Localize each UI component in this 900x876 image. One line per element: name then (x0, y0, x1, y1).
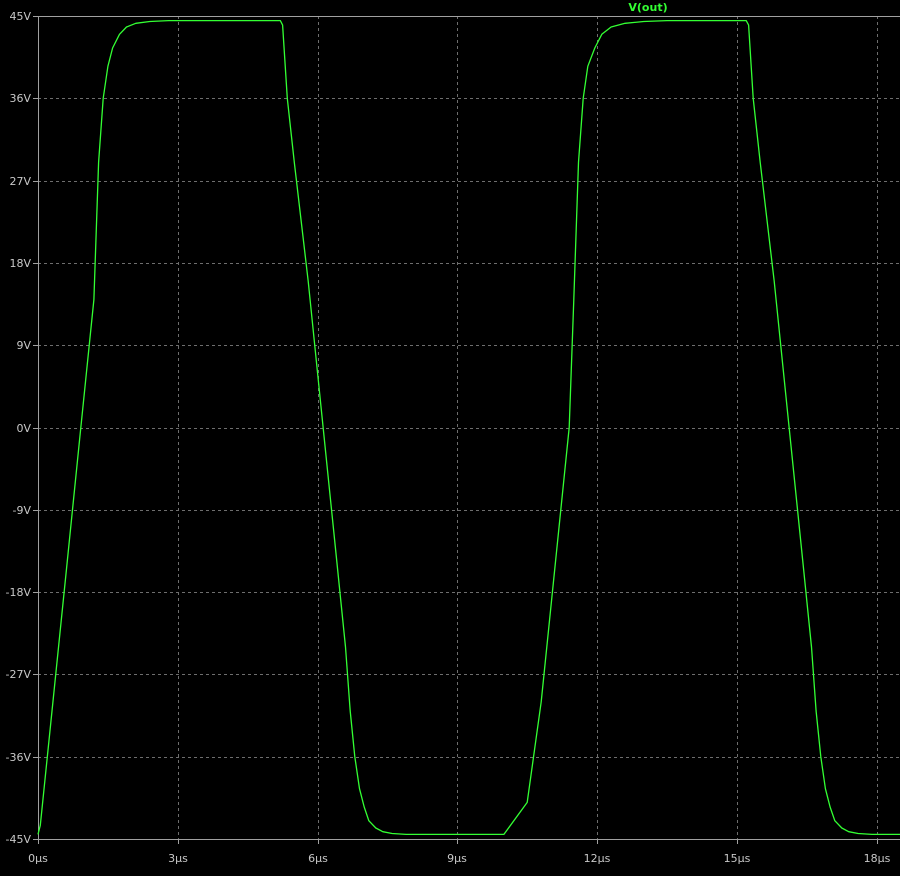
x-tick-label: 15µs (724, 852, 751, 865)
grid-layer (38, 16, 900, 839)
plot-svg: 45V 36V 27V 18V 9V 0V -9V -18V -27V -36V -45V 0µs 3µ… (6, 1, 900, 865)
y-tick-label: 45V (9, 10, 31, 23)
y-tick-label: 18V (9, 257, 31, 270)
x-tick-label: 9µs (447, 852, 467, 865)
plot-frame (33, 16, 900, 844)
x-tick-label: 6µs (308, 852, 328, 865)
y-tick-label: 9V (16, 339, 31, 352)
y-tick-label: -45V (6, 833, 32, 846)
y-tick-label: 0V (16, 422, 31, 435)
y-tick-label: -27V (6, 668, 32, 681)
trace-legend[interactable]: V(out) (628, 1, 667, 14)
series-layer (37, 19, 900, 836)
y-tick-label: -9V (13, 504, 32, 517)
y-tick-label: -36V (6, 751, 32, 764)
y-tick-label: 27V (9, 175, 31, 188)
waveform-plot: 45V 36V 27V 18V 9V 0V -9V -18V -27V -36V -45V 0µs 3µ… (0, 0, 900, 872)
y-tick-label: -18V (6, 586, 32, 599)
x-tick-label: 3µs (168, 852, 188, 865)
y-tick-label: 36V (9, 92, 31, 105)
series-line-0 (37, 19, 900, 836)
trace-label[interactable]: V(out) (628, 1, 667, 14)
x-tick-label: 18µs (864, 852, 891, 865)
x-tick-label: 0µs (28, 852, 48, 865)
x-tick-label: 12µs (584, 852, 611, 865)
